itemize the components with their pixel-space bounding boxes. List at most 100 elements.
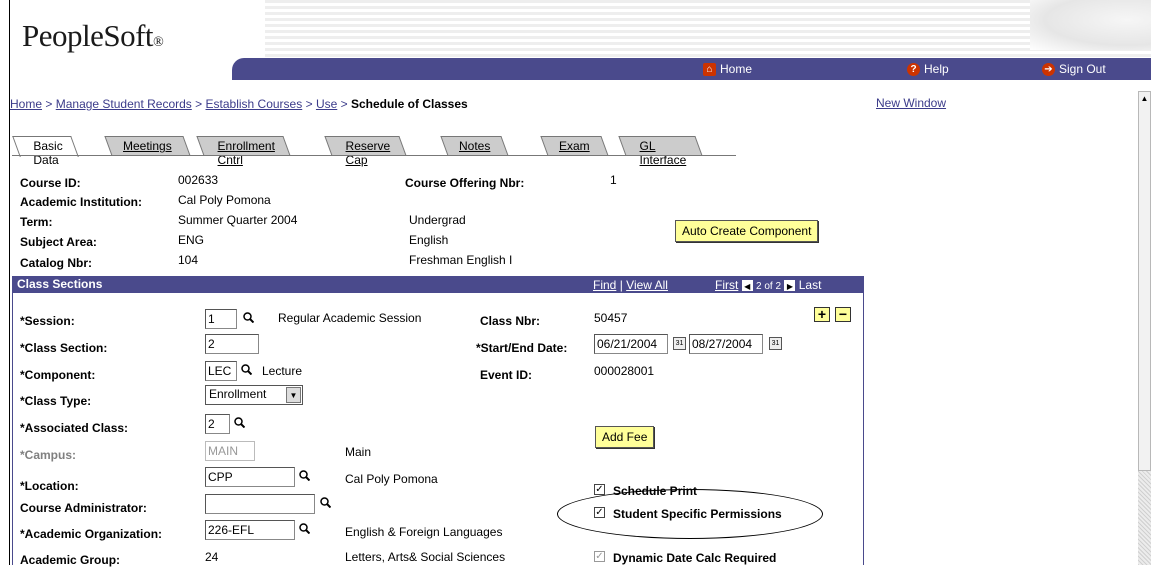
class-type-label: *Class Type:	[20, 394, 92, 408]
location-desc: Cal Poly Pomona	[345, 472, 438, 486]
start-date-input[interactable]	[594, 334, 668, 354]
event-id-label: Event ID:	[480, 368, 533, 382]
last-label: Last	[798, 278, 822, 292]
breadcrumb-use[interactable]: Use	[316, 97, 337, 111]
peoplesoft-logo: PeopleSoft®	[22, 18, 164, 53]
location-input[interactable]	[205, 467, 295, 487]
add-row-button[interactable]: +	[814, 307, 830, 322]
associated-class-lookup-icon[interactable]	[232, 415, 246, 431]
signout-arrow-icon: ➔	[1042, 62, 1055, 76]
view-all-link[interactable]: View All	[626, 278, 668, 292]
course-id-label: Course ID:	[20, 176, 81, 190]
chevron-down-icon: ▼	[286, 387, 301, 403]
campus-input	[205, 441, 255, 461]
delete-row-button[interactable]: −	[835, 307, 851, 322]
component-input[interactable]	[205, 361, 237, 381]
scroll-up-arrow-icon[interactable]: ▲	[1139, 92, 1150, 105]
dynamic-date-label: Dynamic Date Calc Required	[613, 551, 777, 565]
component-label: *Component:	[20, 368, 96, 382]
subject-area-desc: English	[409, 233, 449, 247]
course-administrator-input[interactable]	[205, 494, 315, 514]
class-nbr-value: 50457	[594, 311, 628, 325]
breadcrumb-manage-student-records[interactable]: Manage Student Records	[56, 97, 192, 111]
header-swirl-graphic	[1030, 0, 1151, 50]
catalog-desc: Freshman English I	[409, 253, 513, 267]
start-end-date-label: *Start/End Date:	[476, 341, 568, 355]
tab-basic-data[interactable]: Basic Data	[12, 136, 80, 167]
auto-create-component-button[interactable]: Auto Create Component	[675, 220, 819, 242]
signout-link-label: Sign Out	[1059, 62, 1106, 76]
event-id-value: 000028001	[594, 364, 655, 378]
career-value: Undergrad	[409, 213, 466, 227]
home-icon: ⌂	[703, 62, 716, 76]
end-date-input[interactable]	[689, 334, 763, 354]
class-nbr-label: Class Nbr:	[480, 314, 541, 328]
session-desc: Regular Academic Session	[278, 311, 422, 325]
dynamic-date-checkbox: ✓	[594, 551, 605, 562]
institution-label: Academic Institution:	[20, 195, 143, 209]
breadcrumb-establish-courses[interactable]: Establish Courses	[206, 97, 303, 111]
session-label: *Session:	[20, 314, 75, 328]
component-lookup-icon[interactable]	[239, 362, 253, 378]
catalog-nbr-value: 104	[178, 253, 199, 267]
session-lookup-icon[interactable]	[241, 310, 255, 326]
offering-nbr-label: Course Offering Nbr:	[405, 176, 525, 190]
course-id-value: 002633	[178, 173, 219, 187]
subject-area-label: Subject Area:	[20, 235, 97, 249]
window-left-border	[9, 0, 10, 565]
offering-nbr-value: 1	[610, 173, 617, 187]
start-date-calendar-icon[interactable]: 31	[673, 337, 686, 350]
tab-meetings[interactable]: Meetings	[104, 136, 191, 156]
academic-group-value: 24	[205, 550, 219, 564]
campus-desc: Main	[345, 445, 372, 459]
add-fee-button[interactable]: Add Fee	[595, 426, 655, 448]
class-sections-title: Class Sections	[17, 277, 103, 291]
help-link-label: Help	[924, 62, 949, 76]
class-section-label: *Class Section:	[20, 341, 108, 355]
academic-organization-label: *Academic Organization:	[20, 527, 163, 541]
institution-value: Cal Poly Pomona	[178, 193, 271, 207]
home-link-label: Home	[720, 62, 753, 76]
subject-area-value: ENG	[178, 233, 205, 247]
scrollbar-thumb[interactable]	[1138, 91, 1151, 471]
end-date-calendar-icon[interactable]: 31	[769, 337, 782, 350]
previous-arrow-icon[interactable]: ◀	[741, 280, 753, 292]
term-label: Term:	[20, 215, 53, 229]
class-sections-header: Class Sections Find | View All First ◀ 2…	[12, 276, 864, 293]
course-administrator-label: Course Administrator:	[20, 501, 147, 515]
tab-exam[interactable]: Exam	[540, 136, 609, 156]
home-link[interactable]: ⌂ Home	[703, 62, 752, 76]
highlight-ellipse	[557, 489, 823, 539]
location-label: *Location:	[20, 479, 79, 493]
schedule-print-checkbox[interactable]: ✓	[594, 484, 605, 495]
term-value: Summer Quarter 2004	[178, 213, 298, 227]
session-input[interactable]	[205, 309, 237, 329]
first-link[interactable]: First	[715, 278, 738, 292]
tab-enrollment-cntrl[interactable]: Enrollment Cntrl	[196, 136, 291, 167]
breadcrumb-current: Schedule of Classes	[350, 97, 468, 111]
class-type-selected: Enrollment	[209, 387, 267, 401]
associated-class-input[interactable]	[205, 414, 230, 434]
next-arrow-icon[interactable]: ▶	[784, 280, 796, 292]
tab-reserve-cap[interactable]: Reserve Cap	[324, 136, 407, 167]
tab-gl-interface[interactable]: GL Interface	[618, 136, 703, 167]
academic-group-desc: Letters, Arts& Social Sciences	[345, 550, 506, 564]
tab-underline	[12, 155, 736, 156]
component-desc: Lecture	[262, 364, 303, 378]
signout-link[interactable]: ➔ Sign Out	[1042, 62, 1106, 76]
new-window-link[interactable]: New Window	[876, 96, 946, 110]
help-icon: ?	[907, 62, 920, 76]
class-type-select[interactable]: Enrollment ▼	[205, 385, 303, 405]
academic-organization-lookup-icon[interactable]	[297, 521, 311, 537]
academic-organization-desc: English & Foreign Languages	[345, 525, 503, 539]
tab-notes[interactable]: Notes	[440, 136, 509, 156]
class-section-input[interactable]	[205, 334, 259, 354]
find-link[interactable]: Find	[593, 278, 616, 292]
location-lookup-icon[interactable]	[297, 468, 311, 484]
breadcrumb: Home > Manage Student Records > Establis…	[10, 97, 468, 111]
academic-organization-input[interactable]	[205, 520, 295, 540]
course-administrator-lookup-icon[interactable]	[318, 495, 332, 511]
help-link[interactable]: ? Help	[907, 62, 949, 76]
breadcrumb-home[interactable]: Home	[10, 97, 42, 111]
header-nav-band	[232, 58, 1151, 80]
